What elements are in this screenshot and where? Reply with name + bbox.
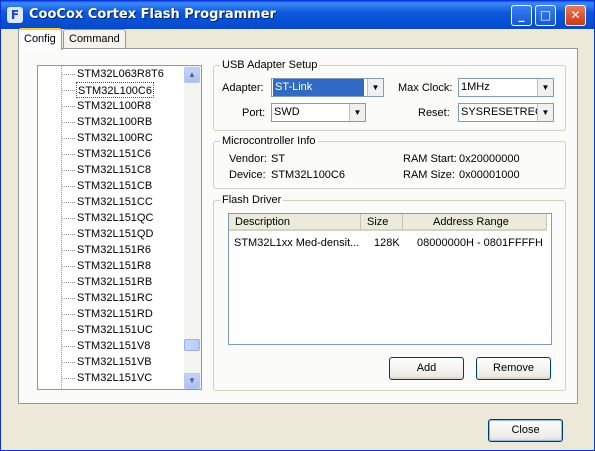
usb-adapter-title: USB Adapter Setup [220,58,320,72]
list-item[interactable]: STM32L100C6 [76,82,154,98]
column-header-size[interactable]: Size [361,214,403,231]
tree-connector [61,362,75,363]
list-item[interactable]: STM32L151CB [77,178,152,194]
minimize-button[interactable]: _ [511,5,532,26]
scroll-thumb[interactable] [184,339,200,351]
flash-driver-title: Flash Driver [220,193,284,207]
app-icon: F [7,7,23,23]
tree-connector [61,346,75,347]
tree-connector [61,378,75,379]
list-item[interactable]: STM32L151C8 [77,162,151,178]
tree-connector [61,250,75,251]
row-address-range: 08000000H - 0801FFFFH [417,237,543,249]
tree-connector [61,138,75,139]
list-item[interactable]: STM32L151CC [77,194,153,210]
tree-connector [61,66,62,389]
list-item[interactable]: STM32L151R8 [77,258,151,274]
list-item[interactable]: STM32L100RC [77,130,153,146]
list-item[interactable]: STM32L100R8 [77,98,151,114]
maximize-button[interactable]: □ [535,5,556,26]
title-bar[interactable]: F CooCox Cortex Flash Programmer _ □ ✕ [1,1,594,29]
max-clock-select[interactable]: 1MHz ▼ [458,78,554,97]
list-item[interactable]: STM32L151VC [77,370,152,386]
tree-connector [61,154,75,155]
list-item[interactable]: STM32L151RD [77,306,153,322]
device-list-scrollbar[interactable]: ▲ ▼ [184,66,201,389]
scroll-down-icon[interactable]: ▼ [184,373,200,389]
adapter-select[interactable]: ST-Link ▼ [271,78,384,97]
list-item[interactable]: STM32L063R8T6 [77,66,164,82]
chevron-down-icon[interactable]: ▼ [537,104,553,121]
window-title: CooCox Cortex Flash Programmer [29,7,276,22]
reset-select[interactable]: SYSRESETREQ ▼ [458,103,554,122]
port-value: SWD [274,106,300,118]
chevron-down-icon[interactable]: ▼ [367,79,383,96]
list-item[interactable]: STM32L151V8 [77,338,150,354]
tree-connector [61,90,75,91]
vendor-value: ST [271,153,286,165]
adapter-value: ST-Link [273,79,364,96]
close-window-button[interactable]: ✕ [565,5,586,26]
close-button[interactable]: Close [488,419,563,442]
chevron-down-icon[interactable]: ▼ [349,104,365,121]
tree-connector [61,106,75,107]
list-item[interactable]: STM32L100RB [77,114,152,130]
scroll-up-icon[interactable]: ▲ [184,67,200,83]
device-list[interactable]: ▲ ▼ STM32L063R8T6 STM32L100C6 STM32L100R8 S… [37,65,202,390]
add-button[interactable]: Add [389,357,464,380]
device-value: STM32L100C6 [271,169,345,181]
main-window: F CooCox Cortex Flash Programmer _ □ ✕ C… [0,0,595,451]
tree-connector [61,74,75,75]
list-item[interactable]: STM32L151R6 [77,242,151,258]
row-description: STM32L1xx Med-densit... [234,237,360,249]
tree-connector [61,186,75,187]
list-item[interactable]: STM32L151QD [77,226,153,242]
list-item[interactable]: STM32L151VB [77,354,152,370]
ram-size-label: RAM Size: [403,169,455,181]
list-item[interactable]: STM32L151UC [77,322,153,338]
row-size: 128K [374,237,400,249]
vendor-label: Vendor: [229,153,267,165]
ram-start-label: RAM Start: [403,153,457,165]
list-item[interactable]: STM32L151QC [77,210,153,226]
ram-start-value: 0x20000000 [459,153,520,165]
tree-connector [61,170,75,171]
tree-connector [61,122,75,123]
tab-command[interactable]: Command [63,29,126,49]
reset-label: Reset: [418,107,450,119]
mcu-info-title: Microcontroller Info [220,134,318,148]
max-clock-value: 1MHz [461,81,490,93]
tree-connector [61,234,75,235]
device-label: Device: [229,169,266,181]
tree-connector [61,330,75,331]
column-header-address-range[interactable]: Address Range [403,214,547,231]
column-header-description[interactable]: Description [229,214,361,231]
tree-connector [61,218,75,219]
tree-connector [61,202,75,203]
tree-connector [61,282,75,283]
tree-connector [61,314,75,315]
list-item[interactable]: STM32L151C6 [77,146,151,162]
reset-value: SYSRESETREQ [461,106,544,118]
list-item[interactable]: STM32L151RB [77,274,152,290]
tree-connector [61,298,75,299]
port-label: Port: [242,107,266,119]
max-clock-label: Max Clock: [398,82,453,94]
list-item[interactable]: STM32L151RC [77,290,153,306]
chevron-down-icon[interactable]: ▼ [537,79,553,96]
remove-button[interactable]: Remove [476,357,551,380]
ram-size-value: 0x00001000 [459,169,520,181]
tab-config[interactable]: Config [18,28,62,50]
adapter-label: Adapter: [222,82,264,94]
flash-driver-list[interactable]: Description Size Address Range STM32L1xx… [228,213,552,345]
tree-connector [61,266,75,267]
port-select[interactable]: SWD ▼ [271,103,366,122]
